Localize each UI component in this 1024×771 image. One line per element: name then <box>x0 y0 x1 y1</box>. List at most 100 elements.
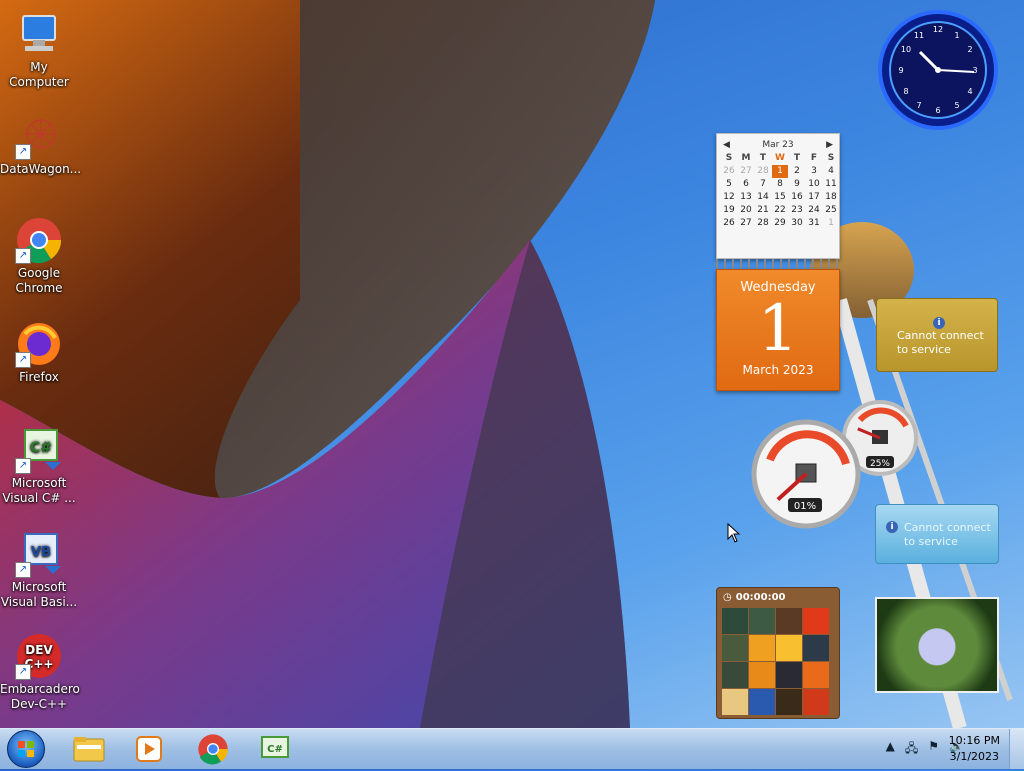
calendar-day[interactable]: 16 <box>789 191 805 204</box>
calendar-day[interactable]: 28 <box>755 165 771 178</box>
puzzle-tile[interactable] <box>722 662 748 688</box>
weekday-header: F <box>810 153 818 163</box>
calendar-day[interactable]: 6 <box>738 178 754 191</box>
calendar-day[interactable]: 29 <box>772 217 788 230</box>
puzzle-tile[interactable] <box>722 689 748 715</box>
calendar-day[interactable]: 24 <box>806 204 822 217</box>
folder-icon <box>73 737 105 762</box>
svg-text:11: 11 <box>914 31 924 40</box>
calendar-gadget[interactable]: ◀ Mar 23 ▶ S M T W T F S 26 27 28 1 2 3 … <box>716 133 840 391</box>
visual-csharp-icon: C# ↗ <box>15 426 63 474</box>
calendar-day[interactable]: 8 <box>772 178 788 191</box>
puzzle-tile[interactable] <box>776 635 802 661</box>
analog-clock-icon: 12 12 3 45 6 7 8 9 1011 <box>878 10 998 130</box>
next-month-icon[interactable]: ▶ <box>826 140 833 150</box>
puzzle-tile[interactable] <box>803 635 829 661</box>
calendar-day[interactable]: 9 <box>789 178 805 191</box>
svg-text:5: 5 <box>954 101 959 110</box>
svg-text:6: 6 <box>935 106 940 115</box>
media-player-icon <box>136 736 162 762</box>
feed-headlines-gadget[interactable]: i Cannot connect to service <box>875 504 999 564</box>
slideshow-gadget[interactable] <box>875 597 999 693</box>
calendar-day-today[interactable]: 1 <box>772 165 788 178</box>
clock-gadget[interactable]: 12 1 2 3 45 6 7 8 9 10 11 <box>876 8 1000 136</box>
calendar-day[interactable]: 15 <box>772 191 788 204</box>
calendar-day[interactable]: 21 <box>755 204 771 217</box>
calendar-day[interactable]: 27 <box>738 165 754 178</box>
calendar-day[interactable]: 23 <box>789 204 805 217</box>
chrome-icon <box>198 734 228 765</box>
puzzle-tile[interactable] <box>749 662 775 688</box>
calendar-day[interactable]: 27 <box>738 217 754 230</box>
calendar-day[interactable]: 18 <box>823 191 839 204</box>
weekday-header: S <box>827 153 835 163</box>
desktop-icon-label: DataWagon... <box>0 162 82 176</box>
taskbar-clock[interactable]: 10:16 PM 3/1/2023 <box>949 733 1000 765</box>
puzzle-tile[interactable] <box>803 608 829 634</box>
firefox-desktop-icon[interactable]: ↗ Firefox <box>0 320 78 385</box>
calendar-day[interactable]: 4 <box>823 165 839 178</box>
taskbar-visual-csharp[interactable]: C# <box>248 731 302 767</box>
calendar-day[interactable]: 5 <box>721 178 737 191</box>
prev-month-icon[interactable]: ◀ <box>723 140 730 150</box>
my-computer-desktop-icon[interactable]: My Computer <box>0 10 78 90</box>
taskbar-windows-explorer[interactable] <box>62 731 116 767</box>
desktop-icon-label: Microsoft Visual C# ... <box>2 476 76 505</box>
show-desktop-button[interactable] <box>1009 729 1024 769</box>
puzzle-tile[interactable] <box>749 608 775 634</box>
puzzle-tile[interactable] <box>803 689 829 715</box>
puzzle-tile[interactable] <box>776 662 802 688</box>
calendar-day[interactable]: 19 <box>721 204 737 217</box>
puzzle-tile[interactable] <box>749 689 775 715</box>
calendar-day[interactable]: 25 <box>823 204 839 217</box>
svg-text:C#: C# <box>30 440 52 456</box>
calendar-day[interactable]: 20 <box>738 204 754 217</box>
shortcut-arrow-icon: ↗ <box>15 144 31 160</box>
shortcut-arrow-icon: ↗ <box>15 664 31 680</box>
puzzle-tile[interactable] <box>722 635 748 661</box>
calendar-day[interactable]: 26 <box>721 165 737 178</box>
calendar-day[interactable]: 22 <box>772 204 788 217</box>
puzzle-tile[interactable] <box>803 662 829 688</box>
calendar-day[interactable]: 14 <box>755 191 771 204</box>
calendar-day[interactable]: 26 <box>721 217 737 230</box>
info-icon: i <box>933 317 945 329</box>
visual-csharp-desktop-icon[interactable]: C# ↗ Microsoft Visual C# ... <box>0 426 78 506</box>
dev-cpp-desktop-icon[interactable]: DEV C++ ↗ Embarcadero Dev-C++ <box>0 632 80 712</box>
action-center-flag-icon[interactable]: ⚑ <box>928 739 939 760</box>
calendar-day[interactable]: 31 <box>806 217 822 230</box>
google-chrome-desktop-icon[interactable]: ↗ Google Chrome <box>0 216 78 296</box>
network-icon[interactable]: 🖧 <box>905 739 918 760</box>
timer-icon: ◷ <box>723 591 732 603</box>
weather-gadget[interactable]: i Cannot connect to service <box>876 298 998 372</box>
calendar-day[interactable]: 1 <box>823 217 839 230</box>
calendar-day[interactable]: 11 <box>823 178 839 191</box>
calendar-day[interactable]: 2 <box>789 165 805 178</box>
calendar-day[interactable]: 3 <box>806 165 822 178</box>
calendar-day[interactable]: 10 <box>806 178 822 191</box>
calendar-day[interactable]: 13 <box>738 191 754 204</box>
puzzle-tile[interactable] <box>749 635 775 661</box>
calendar-day[interactable]: 12 <box>721 191 737 204</box>
puzzle-tile[interactable] <box>722 608 748 634</box>
calendar-day[interactable]: 7 <box>755 178 771 191</box>
weekday-header: W <box>775 153 785 163</box>
puzzle-tile[interactable] <box>776 608 802 634</box>
taskbar-media-player[interactable] <box>122 731 176 767</box>
desktop-icon-label: Firefox <box>19 370 59 384</box>
shortcut-arrow-icon: ↗ <box>15 458 31 474</box>
calendar-day[interactable]: 28 <box>755 217 771 230</box>
puzzle-tiles[interactable] <box>717 606 839 717</box>
desktop-icon-label: Embarcadero Dev-C++ <box>0 682 80 711</box>
puzzle-tile[interactable] <box>776 689 802 715</box>
datawagon-desktop-icon[interactable]: ↗ DataWagon... <box>0 112 82 177</box>
start-button[interactable] <box>2 730 50 768</box>
desktop-icon-label: Google Chrome <box>15 266 63 295</box>
calendar-day[interactable]: 17 <box>806 191 822 204</box>
svg-text:VB: VB <box>31 545 51 560</box>
visual-basic-desktop-icon[interactable]: VB ↗ Microsoft Visual Basi... <box>0 530 78 610</box>
show-hidden-icons-icon[interactable]: ▲ <box>886 739 895 760</box>
picture-puzzle-gadget[interactable]: ◷ 00:00:00 <box>716 587 840 719</box>
calendar-day[interactable]: 30 <box>789 217 805 230</box>
taskbar-google-chrome[interactable] <box>186 731 240 767</box>
